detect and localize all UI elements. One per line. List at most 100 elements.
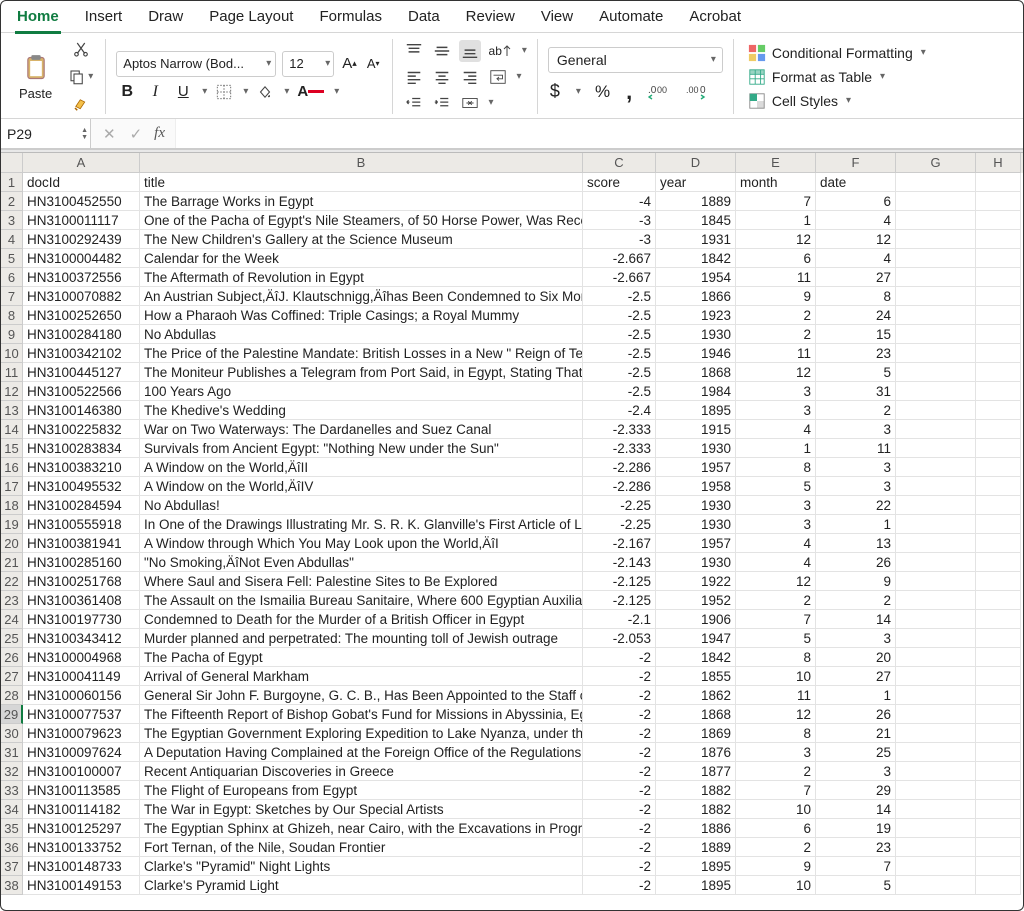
cell[interactable]: 7 [816,857,896,876]
cell[interactable]: Where Saul and Sisera Fell: Palestine Si… [140,572,583,591]
decrease-decimal-button[interactable]: .000 [684,81,710,103]
font-name-select[interactable]: Aptos Narrow (Bod... [116,51,276,77]
cell[interactable]: The Pacha of Egypt [140,648,583,667]
row-header[interactable]: 38 [1,876,23,895]
cell[interactable] [976,857,1021,876]
cell[interactable] [976,515,1021,534]
wrap-text-button[interactable] [487,66,509,88]
cell[interactable]: 4 [736,534,816,553]
cell[interactable]: 11 [736,268,816,287]
row-header[interactable]: 31 [1,743,23,762]
cell[interactable]: -2.25 [583,496,656,515]
cell[interactable]: 1957 [656,458,736,477]
cell[interactable] [976,534,1021,553]
cell[interactable]: 3 [816,458,896,477]
cell[interactable]: 5 [816,363,896,382]
row-header[interactable]: 26 [1,648,23,667]
cell[interactable]: 3 [816,420,896,439]
cell[interactable] [896,591,976,610]
cell[interactable]: 1984 [656,382,736,401]
cell[interactable]: 1930 [656,325,736,344]
row-header[interactable]: 29 [1,705,23,724]
cell[interactable]: 27 [816,667,896,686]
name-box[interactable]: P29 ▲▼ [1,119,91,148]
cell[interactable]: -2.5 [583,306,656,325]
tab-acrobat[interactable]: Acrobat [687,7,743,31]
row-header[interactable]: 8 [1,306,23,325]
cell[interactable] [976,724,1021,743]
cell[interactable] [896,838,976,857]
cell[interactable] [976,781,1021,800]
cell[interactable]: 3 [816,477,896,496]
cell[interactable]: Clarke's "Pyramid" Night Lights [140,857,583,876]
cell[interactable]: 23 [816,838,896,857]
cell[interactable]: The Egyptian Government Exploring Expedi… [140,724,583,743]
cell[interactable]: No Abdullas [140,325,583,344]
column-header-H[interactable]: H [976,153,1021,173]
tab-data[interactable]: Data [406,7,442,31]
tab-formulas[interactable]: Formulas [317,7,384,31]
cell[interactable]: -2.4 [583,401,656,420]
cell[interactable]: The Price of the Palestine Mandate: Brit… [140,344,583,363]
cell[interactable]: 21 [816,724,896,743]
increase-decimal-button[interactable]: .000 [646,81,672,103]
cell[interactable]: HN3100011117 [23,211,140,230]
cell[interactable]: 1866 [656,287,736,306]
cell[interactable]: -2.333 [583,420,656,439]
cell[interactable]: 5 [736,477,816,496]
cell[interactable] [976,572,1021,591]
cell[interactable]: 1882 [656,800,736,819]
cell[interactable]: 7 [736,781,816,800]
cell[interactable] [896,572,976,591]
cell[interactable]: 3 [736,401,816,420]
cell[interactable]: 31 [816,382,896,401]
cell[interactable]: -2.5 [583,287,656,306]
namebox-spinner[interactable]: ▲▼ [81,127,88,141]
cell[interactable] [896,439,976,458]
row-header[interactable]: 32 [1,762,23,781]
cell[interactable]: -2.125 [583,591,656,610]
cell[interactable] [896,230,976,249]
cell[interactable]: HN3100146380 [23,401,140,420]
cell[interactable]: -4 [583,192,656,211]
borders-button[interactable] [213,81,235,103]
row-header[interactable]: 35 [1,819,23,838]
cell[interactable]: HN3100125297 [23,819,140,838]
cell[interactable] [976,667,1021,686]
cell[interactable]: 12 [736,230,816,249]
row-header[interactable]: 27 [1,667,23,686]
cell[interactable]: 22 [816,496,896,515]
cell[interactable] [976,705,1021,724]
cell[interactable]: Recent Antiquarian Discoveries in Greece [140,762,583,781]
decrease-font-button[interactable]: A▾ [365,54,382,73]
cell[interactable] [976,686,1021,705]
cell[interactable]: year [656,173,736,192]
row-header[interactable]: 16 [1,458,23,477]
cell[interactable]: 9 [736,857,816,876]
cell[interactable]: 1906 [656,610,736,629]
cell[interactable]: 13 [816,534,896,553]
cell[interactable]: 1931 [656,230,736,249]
format-painter-button[interactable] [66,94,95,116]
cell[interactable]: -2.333 [583,439,656,458]
cell[interactable] [896,553,976,572]
cell[interactable]: Arrival of General Markham [140,667,583,686]
cell[interactable]: 1895 [656,401,736,420]
cell[interactable]: HN3100495532 [23,477,140,496]
cell[interactable]: 1922 [656,572,736,591]
cell[interactable]: 1958 [656,477,736,496]
cell[interactable]: HN3100148733 [23,857,140,876]
cell[interactable]: 3 [736,496,816,515]
cell[interactable] [896,496,976,515]
orientation-button[interactable]: ab [487,42,514,60]
cell[interactable]: 2 [736,762,816,781]
row-header[interactable]: 3 [1,211,23,230]
cell[interactable] [896,306,976,325]
cell[interactable] [976,496,1021,515]
row-header[interactable]: 1 [1,173,23,192]
cell[interactable] [976,287,1021,306]
cell[interactable]: HN3100251768 [23,572,140,591]
cell[interactable]: 1930 [656,439,736,458]
cell[interactable]: 1855 [656,667,736,686]
cell[interactable]: -2.5 [583,382,656,401]
